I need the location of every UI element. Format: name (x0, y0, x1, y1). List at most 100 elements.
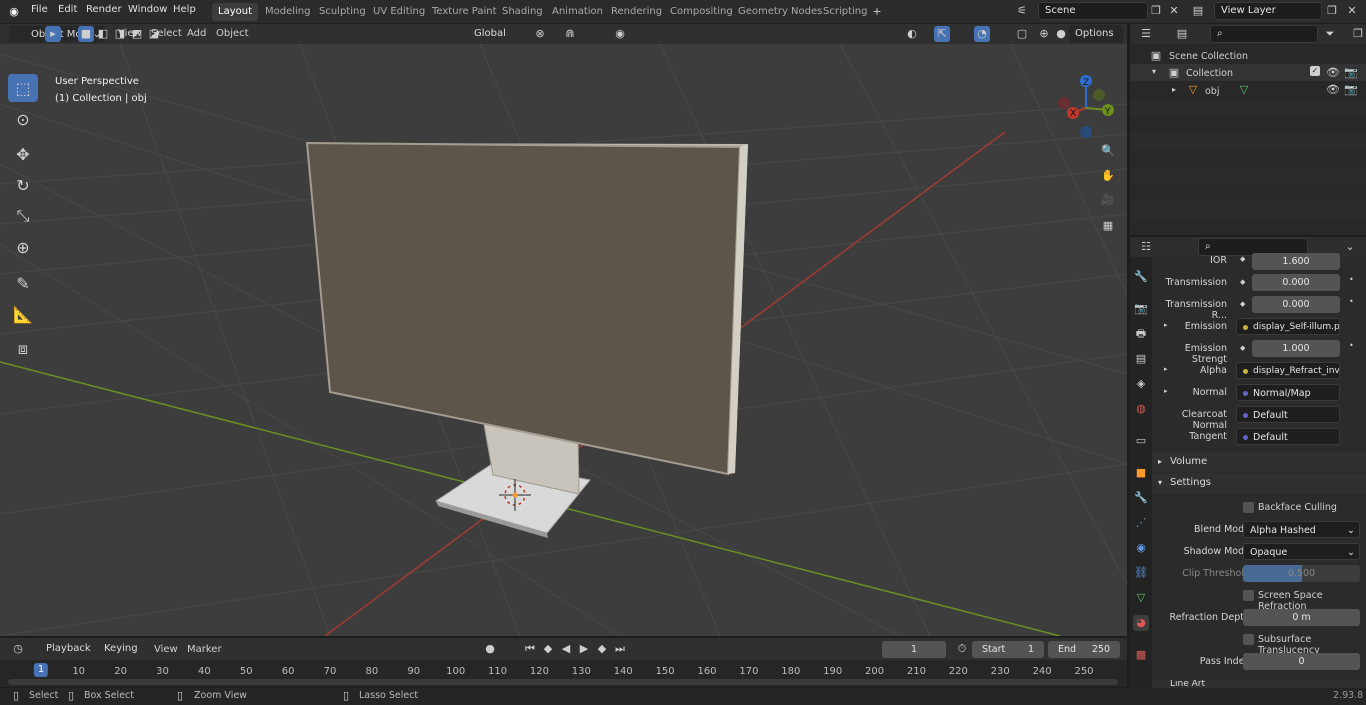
keyframe-dot-icon[interactable]: • (1349, 297, 1354, 306)
select-subtract-icon[interactable]: ◨ (112, 26, 128, 42)
record-icon[interactable]: ● (482, 641, 498, 657)
tangent-field[interactable]: Default (1236, 428, 1340, 445)
clip-threshold-slider[interactable]: 0.500 (1243, 565, 1360, 582)
snap-icon[interactable]: ⋒ (562, 26, 578, 42)
gizmo-toggle-icon[interactable]: ⇱ (934, 26, 950, 42)
collection-checkbox[interactable]: ✓ (1310, 66, 1320, 76)
data-tab-icon[interactable]: ▽ (1133, 590, 1149, 606)
pass-index-field[interactable]: 0 (1243, 653, 1360, 670)
outliner-editor-icon[interactable]: ☰ (1138, 26, 1154, 42)
render-tab-icon[interactable]: 📷 (1133, 301, 1149, 317)
menu-add[interactable]: Add (187, 28, 206, 39)
next-keyframe-icon[interactable]: ◆ (594, 641, 610, 657)
transform-orientation-dropdown[interactable]: Global (454, 25, 524, 43)
modifier-tab-icon[interactable]: 🔧 (1133, 490, 1149, 506)
xray-icon[interactable]: ▢ (1014, 26, 1030, 42)
emission-strength-field[interactable]: 1.000 (1252, 340, 1340, 357)
ortho-grid-icon[interactable]: ▦ (1100, 218, 1116, 234)
settings-section-header[interactable]: ▾ Settings (1152, 473, 1366, 493)
new-collection-icon[interactable]: ❐ (1350, 26, 1366, 42)
object-render-icon[interactable]: 📷 (1343, 82, 1359, 98)
wireframe-shading-icon[interactable]: ⊕ (1036, 26, 1052, 42)
proportional-edit-icon[interactable]: ◉ (612, 26, 628, 42)
scene-name-field[interactable]: Scene (1038, 2, 1148, 20)
move-tool[interactable]: ✥ (8, 140, 38, 168)
options-dropdown[interactable]: Options (1069, 25, 1123, 43)
tab-sculpting[interactable]: Sculpting (313, 3, 372, 21)
camera-icon[interactable]: 🎥 (1100, 192, 1116, 208)
properties-editor-icon[interactable]: ☷ (1138, 239, 1154, 255)
transmission-roughness-field[interactable]: 0.000 (1252, 296, 1340, 313)
collection-visibility-icon[interactable]: 👁 (1325, 65, 1341, 81)
particles-tab-icon[interactable]: ⋰ (1133, 515, 1149, 531)
tab-rendering[interactable]: Rendering (605, 3, 668, 21)
expand-collection-icon[interactable]: ▾ (1152, 67, 1156, 76)
blend-mode-dropdown[interactable]: Alpha Hashed ⌄ (1243, 521, 1360, 538)
blender-logo-icon[interactable]: ◉ (6, 4, 22, 20)
current-frame-field[interactable]: 1 (882, 641, 946, 658)
tab-modeling[interactable]: Modeling (259, 3, 317, 21)
line-art-section-header[interactable]: Line Art (1152, 680, 1366, 688)
constraints-tab-icon[interactable]: ⛓ (1133, 565, 1149, 581)
pan-hand-icon[interactable]: ✋ (1100, 168, 1116, 184)
select-new-icon[interactable]: ■ (78, 26, 94, 42)
menu-edit[interactable]: Edit (58, 4, 77, 15)
tab-shading[interactable]: Shading (496, 3, 549, 21)
delete-view-layer-icon[interactable]: ✕ (1344, 3, 1360, 19)
scale-tool[interactable]: ⤡ (8, 202, 38, 230)
timeline-scrollbar[interactable] (8, 679, 1118, 685)
menu-object[interactable]: Object (216, 28, 249, 39)
ior-field[interactable]: 1.600 (1252, 253, 1340, 270)
visibility-icon[interactable]: ◐ (904, 26, 920, 42)
object-visibility-icon[interactable]: 👁 (1325, 82, 1341, 98)
tab-uv-editing[interactable]: UV Editing (367, 3, 431, 21)
timeline-body[interactable]: 1 10 20 30 40 50 60 70 80 90 100 110 120 130 140 150 160… (0, 660, 1127, 687)
stopwatch-icon[interactable]: ⏱ (954, 641, 970, 657)
clearcoat-normal-field[interactable]: Default (1236, 406, 1340, 423)
end-frame-field[interactable]: End 250 (1048, 641, 1120, 658)
outliner-search-input[interactable]: ⌕ (1210, 25, 1318, 43)
new-view-layer-icon[interactable]: ❐ (1324, 3, 1340, 19)
play-reverse-icon[interactable]: ◀ (558, 641, 574, 657)
menu-window[interactable]: Window (128, 4, 167, 15)
timeline-editor-icon[interactable]: ◷ (10, 641, 26, 657)
display-mode-icon[interactable]: ▤ (1174, 26, 1190, 42)
refraction-depth-field[interactable]: 0 m (1243, 609, 1360, 626)
add-cube-tool[interactable]: ⧈ (8, 335, 38, 363)
cursor-tool[interactable]: ⊙ (8, 105, 38, 133)
shadow-mode-dropdown[interactable]: Opaque ⌄ (1243, 543, 1360, 560)
zoom-icon[interactable]: 🔍 (1100, 143, 1116, 159)
measure-tool[interactable]: 📐 (8, 300, 38, 328)
emission-texture-field[interactable]: display_Self-illum.png (1236, 318, 1340, 335)
timeline-view-menu[interactable]: View (154, 644, 178, 655)
object-label[interactable]: obj (1205, 86, 1219, 97)
transmission-field[interactable]: 0.000 (1252, 274, 1340, 291)
tab-animation[interactable]: Animation (546, 3, 609, 21)
volume-section-header[interactable]: ▸ Volume (1152, 452, 1366, 472)
backface-culling-checkbox[interactable] (1243, 502, 1254, 513)
mesh-data-icon[interactable]: ▽ (1236, 82, 1252, 98)
tab-texture-paint[interactable]: Texture Paint (426, 3, 503, 21)
select-invert-icon[interactable]: ◩ (129, 26, 145, 42)
playback-menu[interactable]: Playback (42, 640, 94, 658)
transform-tool[interactable]: ⊕ (8, 233, 38, 261)
texture-tab-icon[interactable]: ▩ (1133, 647, 1149, 663)
tab-compositing[interactable]: Compositing (664, 3, 739, 21)
jump-end-icon[interactable]: ⏭ (612, 641, 628, 657)
view-layer-field[interactable]: View Layer (1214, 2, 1322, 20)
play-icon[interactable]: ▶ (576, 641, 592, 657)
select-box-tool[interactable]: ⬚ (8, 74, 38, 102)
start-frame-field[interactable]: Start 1 (972, 641, 1044, 658)
object-tab-icon[interactable]: ■ (1133, 465, 1149, 481)
3d-viewport[interactable]: Z Y X User Perspective (1) Collection | … (0, 44, 1127, 636)
new-scene-icon[interactable]: ❐ (1148, 3, 1164, 19)
material-tab-icon[interactable]: ◕ (1133, 615, 1149, 631)
view-layer-tab-icon[interactable]: ▤ (1133, 351, 1149, 367)
normal-field[interactable]: Normal/Map (1236, 384, 1340, 401)
menu-file[interactable]: File (31, 4, 48, 15)
menu-help[interactable]: Help (173, 4, 196, 15)
view-layer-icon[interactable]: ▤ (1190, 3, 1206, 19)
world-tab-icon[interactable]: ◍ (1133, 401, 1149, 417)
select-extend-icon[interactable]: ◧ (95, 26, 111, 42)
tab-geometry-nodes[interactable]: Geometry Nodes (732, 3, 828, 21)
